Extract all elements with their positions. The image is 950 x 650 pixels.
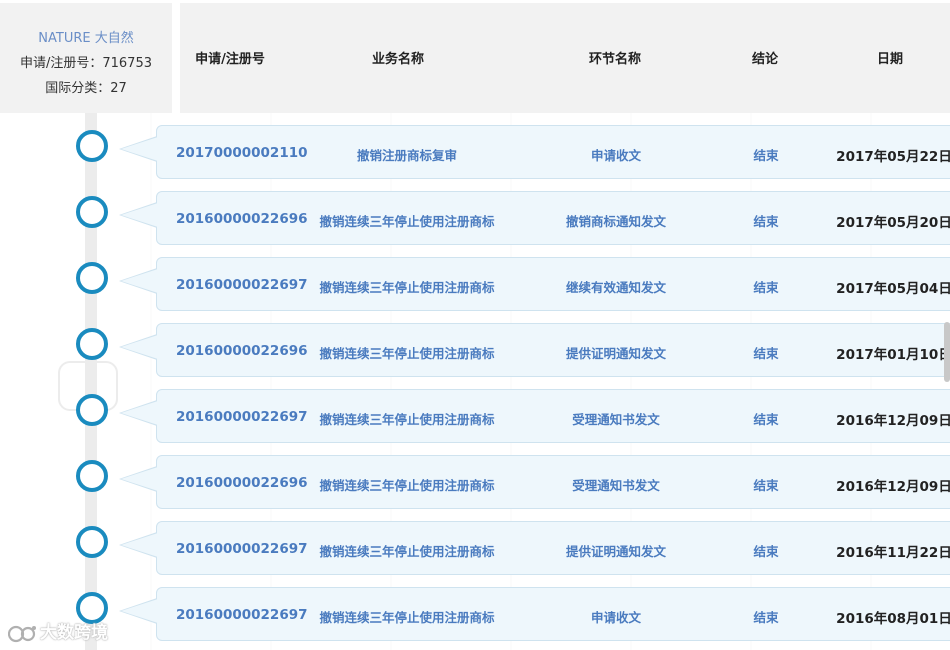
record-date: 2016年11月22日	[836, 545, 950, 561]
record-step[interactable]: 申请收文	[546, 145, 686, 164]
card-pointer-fill	[121, 467, 158, 491]
record-result[interactable]: 结束	[736, 343, 796, 362]
record-reg-no[interactable]: 20160000022697	[176, 541, 308, 557]
column-header-date: 日期	[876, 52, 903, 67]
record-step[interactable]: 受理通知书发文	[546, 409, 686, 428]
vertical-scrollbar-thumb[interactable]	[944, 322, 950, 382]
timeline-record: 20160000022696 撤销连续三年停止使用注册商标 受理通知书发文 结束…	[119, 455, 950, 509]
timeline-record: 20170000002110 撤销注册商标复审 申请收文 结束 2017年05月…	[119, 125, 950, 179]
timeline-record: 20160000022697 撤销连续三年停止使用注册商标 继续有效通知发文 结…	[119, 257, 950, 311]
record-date: 2016年12月09日	[836, 479, 950, 495]
watermark: 大数跨境	[7, 618, 108, 643]
card-pointer-fill	[121, 203, 158, 227]
record-result[interactable]: 结束	[736, 475, 796, 494]
card-pointer-fill	[121, 137, 158, 161]
watermark-text: 大数跨境	[40, 623, 108, 643]
timeline-node	[76, 394, 108, 426]
record-reg-no[interactable]: 20160000022697	[176, 409, 308, 425]
record-business[interactable]: 撤销连续三年停止使用注册商标	[308, 541, 506, 560]
record-date: 2017年05月22日	[836, 149, 950, 165]
record-business[interactable]: 撤销连续三年停止使用注册商标	[308, 409, 506, 428]
timeline-node	[76, 460, 108, 492]
record-step[interactable]: 继续有效通知发文	[546, 277, 686, 296]
brand-info-panel: NATURE 大自然 申请/注册号：716753 国际分类：27	[0, 3, 172, 113]
trademark-flow-page: NATURE 大自然 申请/注册号：716753 国际分类：27 申请/注册号 …	[0, 0, 950, 650]
column-header-result: 结论	[751, 52, 778, 67]
record-date: 2017年05月04日	[836, 281, 950, 297]
record-business[interactable]: 撤销连续三年停止使用注册商标	[308, 343, 506, 362]
card-pointer-fill	[121, 269, 158, 293]
record-result[interactable]: 结束	[736, 607, 796, 626]
record-reg-no[interactable]: 20160000022696	[176, 343, 308, 359]
brand-name[interactable]: NATURE 大自然	[0, 27, 172, 46]
record-date: 2017年01月10日	[836, 347, 950, 363]
record-date: 2017年05月20日	[836, 215, 950, 231]
logo-icon	[7, 623, 38, 643]
record-reg-no[interactable]: 20160000022696	[176, 475, 308, 491]
column-header-business: 业务名称	[371, 52, 424, 67]
timeline-record: 20160000022697 撤销连续三年停止使用注册商标 提供证明通知发文 结…	[119, 521, 950, 575]
record-reg-no[interactable]: 20160000022696	[176, 211, 308, 227]
timeline-record: 20160000022697 撤销连续三年停止使用注册商标 受理通知书发文 结束…	[119, 389, 950, 443]
record-step[interactable]: 撤销商标通知发文	[546, 211, 686, 230]
record-business[interactable]: 撤销注册商标复审	[308, 145, 506, 164]
record-business[interactable]: 撤销连续三年停止使用注册商标	[308, 211, 506, 230]
timeline: 20170000002110 撤销注册商标复审 申请收文 结束 2017年05月…	[0, 113, 950, 650]
timeline-node	[76, 328, 108, 360]
record-date: 2016年12月09日	[836, 413, 950, 429]
timeline-node	[76, 526, 108, 558]
record-business[interactable]: 撤销连续三年停止使用注册商标	[308, 277, 506, 296]
timeline-record: 20160000022696 撤销连续三年停止使用注册商标 提供证明通知发文 结…	[119, 323, 950, 377]
brand-registration-number: 申请/注册号：716753	[19, 56, 152, 71]
timeline-node	[76, 262, 108, 294]
column-header-step: 环节名称	[588, 52, 641, 67]
brand-classification: 国际分类：27	[45, 81, 127, 96]
timeline-record: 20160000022696 撤销连续三年停止使用注册商标 撤销商标通知发文 结…	[119, 191, 950, 245]
record-result[interactable]: 结束	[736, 409, 796, 428]
card-pointer-fill	[121, 335, 158, 359]
record-result[interactable]: 结束	[736, 277, 796, 296]
record-business[interactable]: 撤销连续三年停止使用注册商标	[308, 607, 506, 626]
timeline-node	[76, 196, 108, 228]
record-step[interactable]: 提供证明通知发文	[546, 343, 686, 362]
card-pointer-fill	[121, 533, 158, 557]
record-business[interactable]: 撤销连续三年停止使用注册商标	[308, 475, 506, 494]
record-reg-no[interactable]: 20160000022697	[176, 277, 308, 293]
timeline-node	[76, 130, 108, 162]
card-pointer-fill	[121, 599, 158, 623]
record-result[interactable]: 结束	[736, 211, 796, 230]
record-reg-no[interactable]: 20170000002110	[176, 145, 308, 161]
record-result[interactable]: 结束	[736, 541, 796, 560]
record-result[interactable]: 结束	[736, 145, 796, 164]
column-header-reg-no: 申请/注册号	[195, 52, 265, 67]
table-header: NATURE 大自然 申请/注册号：716753 国际分类：27 申请/注册号 …	[0, 0, 950, 113]
record-step[interactable]: 受理通知书发文	[546, 475, 686, 494]
card-pointer-fill	[121, 401, 158, 425]
record-step[interactable]: 提供证明通知发文	[546, 541, 686, 560]
record-date: 2016年08月01日	[836, 611, 950, 627]
timeline-line	[85, 113, 97, 650]
timeline-record: 20160000022697 撤销连续三年停止使用注册商标 申请收文 结束 20…	[119, 587, 950, 641]
record-step[interactable]: 申请收文	[546, 607, 686, 626]
record-reg-no[interactable]: 20160000022697	[176, 607, 308, 623]
